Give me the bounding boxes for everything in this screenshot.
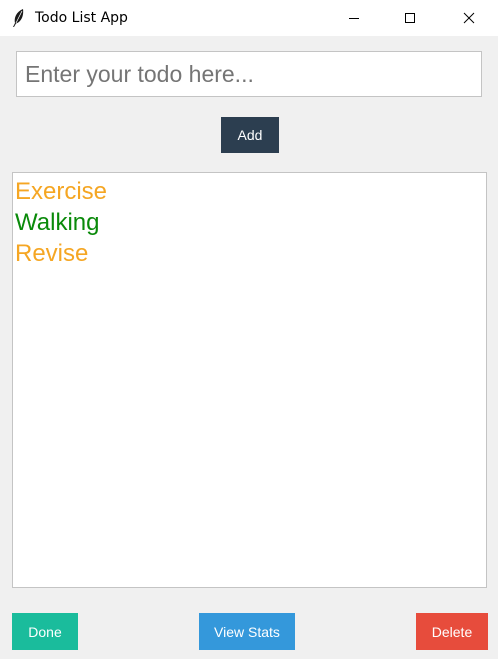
todo-item-exercise[interactable]: Exercise — [15, 176, 486, 207]
add-button[interactable]: Add — [221, 117, 279, 153]
delete-button[interactable]: Delete — [416, 613, 488, 650]
done-button[interactable]: Done — [12, 613, 78, 650]
todo-input[interactable] — [16, 51, 482, 97]
title-bar[interactable]: Todo List App — [0, 0, 498, 36]
todo-item-walking[interactable]: Walking — [15, 207, 486, 238]
window-title: Todo List App — [35, 10, 128, 26]
todo-list[interactable]: Exercise Walking Revise — [12, 172, 487, 588]
todo-item-revise[interactable]: Revise — [15, 238, 486, 269]
feather-icon — [12, 8, 26, 28]
view-stats-button[interactable]: View Stats — [199, 613, 295, 650]
maximize-icon — [405, 13, 415, 23]
close-icon — [463, 12, 475, 24]
minimize-icon — [349, 18, 359, 19]
maximize-button[interactable] — [387, 0, 433, 36]
app-window: Todo List App Add Exercise Walking Revis… — [0, 0, 498, 659]
minimize-button[interactable] — [331, 0, 377, 36]
close-button[interactable] — [446, 0, 492, 36]
